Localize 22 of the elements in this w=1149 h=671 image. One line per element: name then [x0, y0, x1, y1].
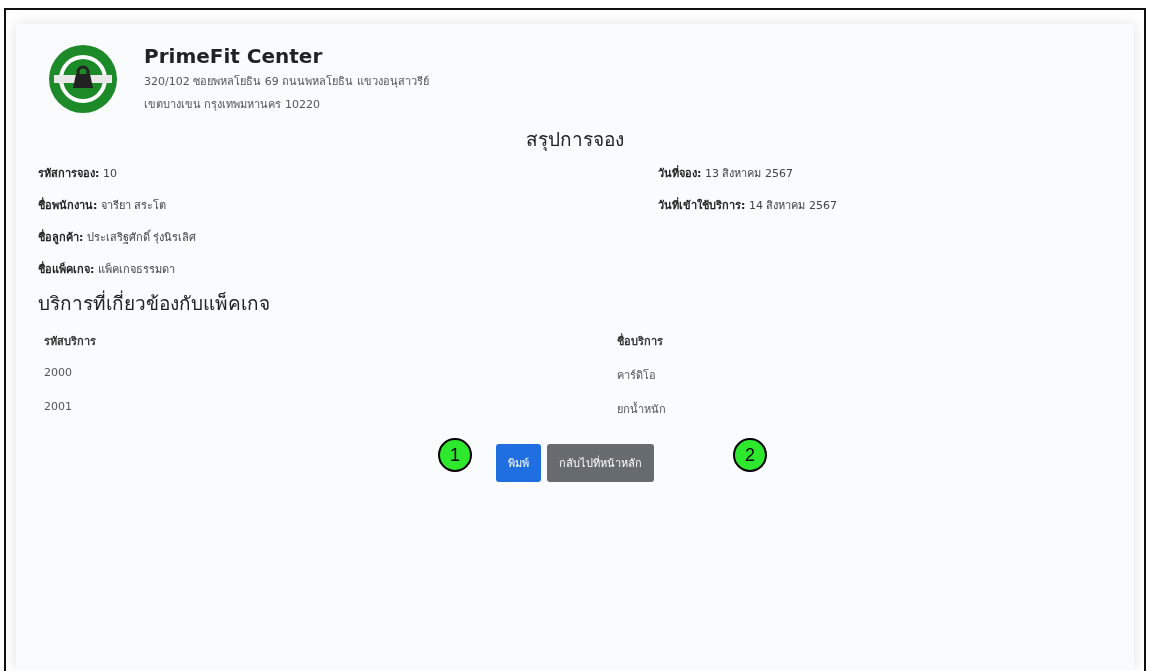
gym-logo-icon — [48, 44, 118, 114]
company-name: PrimeFit Center — [144, 44, 324, 68]
detail-line: รหัสการจอง: 10 — [38, 166, 118, 182]
column-header: ชื่อบริการ — [617, 332, 664, 350]
table-cell-text: คาร์ดิโอ — [617, 368, 657, 384]
callout-marker: 2 — [733, 438, 767, 472]
detail-line: วันที่จอง: 13 สิงหาคม 2567 — [658, 164, 794, 182]
column-header: รหัสบริการ — [44, 334, 97, 350]
company-address: เขตบางเขน กรุงเทพมหานคร 10220 — [144, 97, 321, 113]
detail-line: ชื่อลูกค้า: ประเสริฐศักดิ์ รุ่งนิรเลิศ — [38, 228, 198, 246]
company-address: 320/102 ซอยพหลโยธิน 69 ถนนพหลโยธิน แขวงอนุสาวรีย์ — [144, 74, 429, 90]
table-cell-text: 2001 — [44, 400, 73, 415]
detail-line: ชื่อพนักงาน: จารียา สระโต — [38, 196, 168, 214]
detail-line: ชื่อแพ็คเกจ: แพ็คเกจธรรมดา — [38, 260, 176, 278]
print-button[interactable]: พิมพ์ — [496, 444, 541, 482]
detail-line: วันที่เข้าใช้บริการ: 14 สิงหาคม 2567 — [658, 196, 838, 214]
page-title: สรุปการจอง — [525, 127, 625, 153]
section-heading: บริการที่เกี่ยวข้องกับแพ็คเกจ — [38, 289, 271, 316]
table-cell-text: ยกน้ำหนัก — [617, 401, 667, 418]
table-cell-text: 2000 — [44, 366, 73, 381]
back-button[interactable]: กลับไปที่หน้าหลัก — [547, 444, 654, 482]
callout-marker: 1 — [438, 438, 472, 472]
